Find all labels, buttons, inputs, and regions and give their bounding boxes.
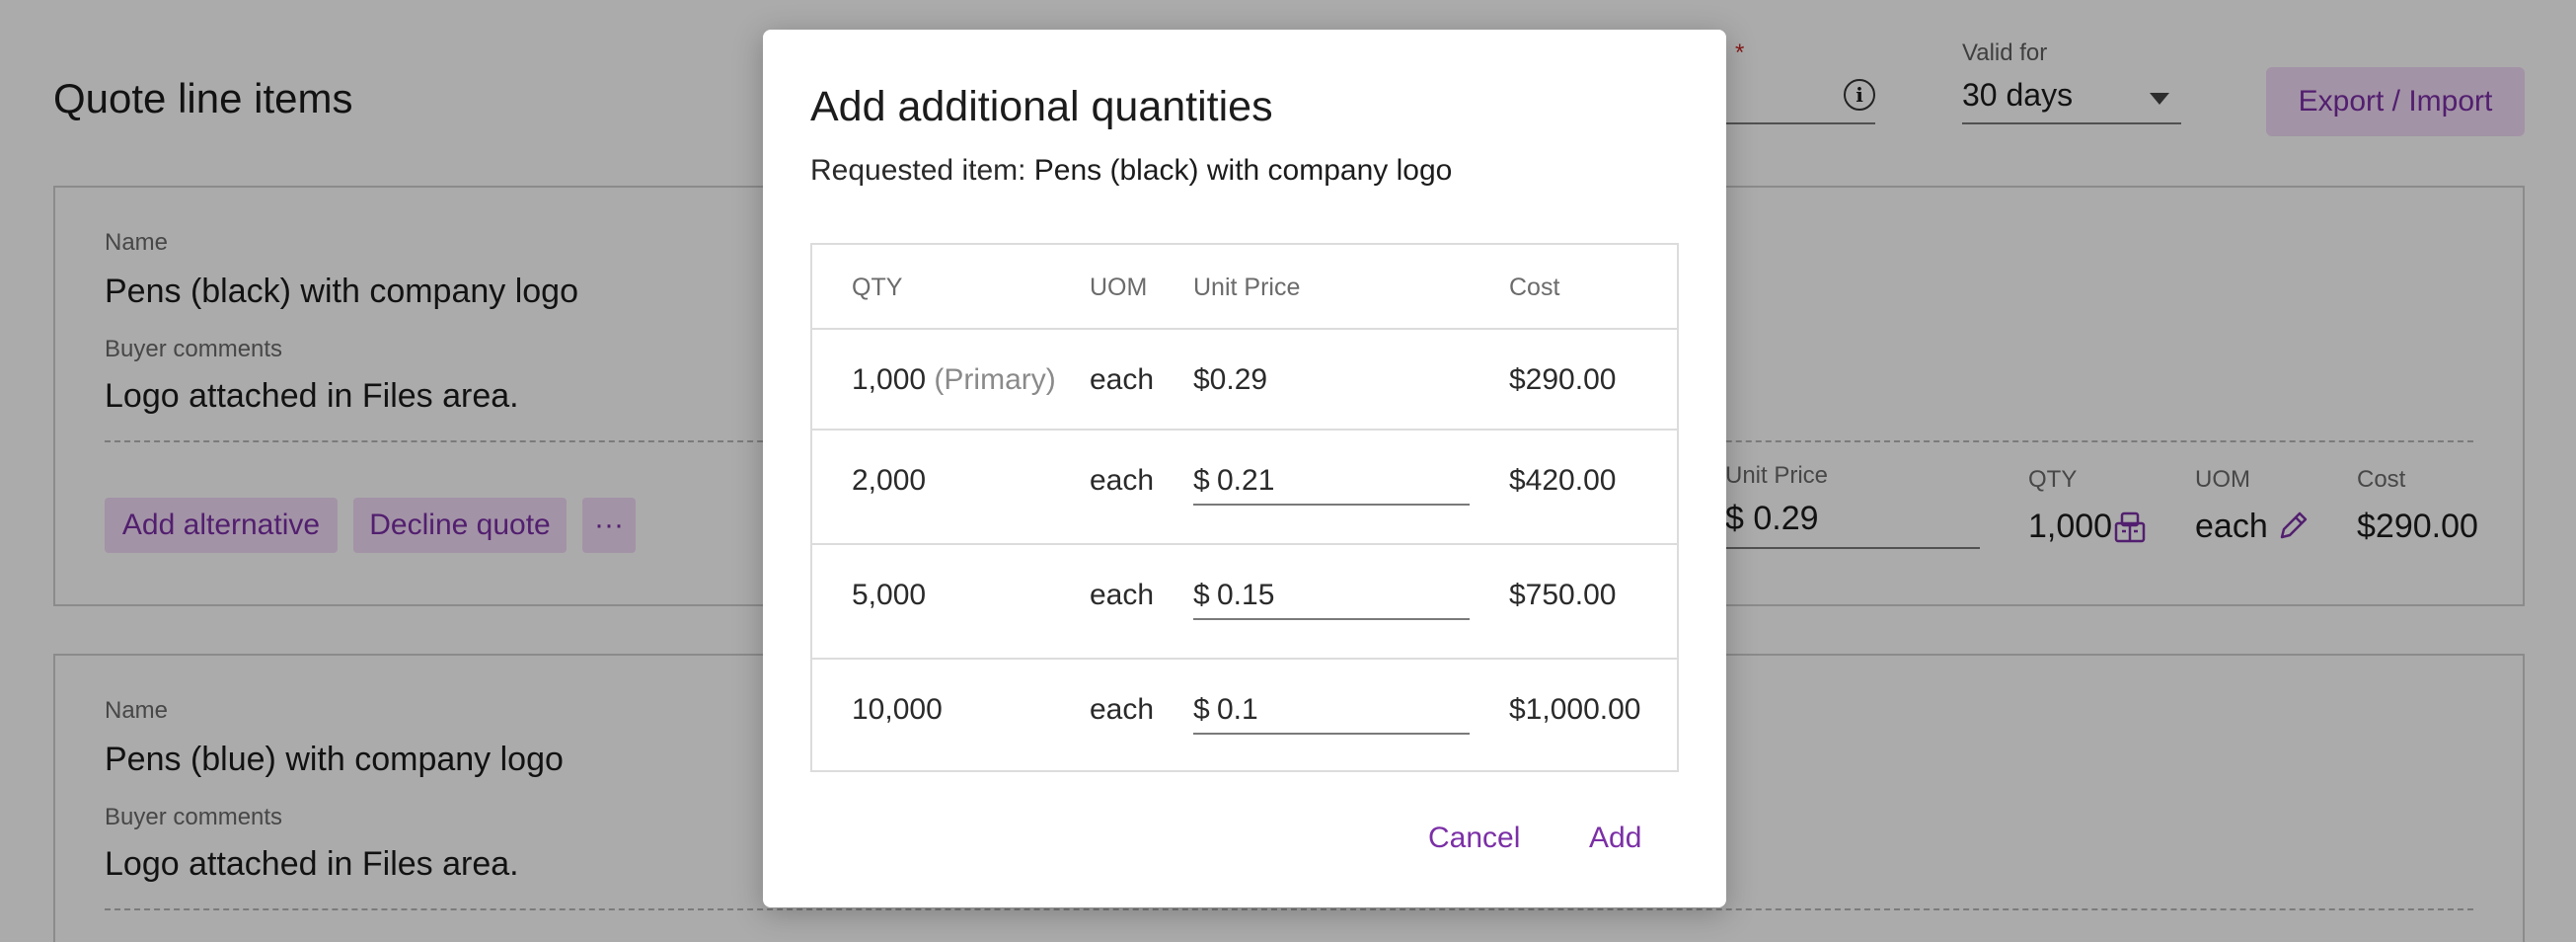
uom-cell: each	[1090, 693, 1155, 726]
unit-price-value: 0.1	[1217, 693, 1258, 726]
column-header-qty: QTY	[852, 274, 903, 301]
column-header-uom: UOM	[1090, 274, 1148, 301]
unit-price-input[interactable]: $ 0.1	[1193, 685, 1470, 735]
unit-price-value: 0.21	[1217, 464, 1275, 497]
qty-cell: 2,000	[852, 464, 927, 497]
cost-cell: $1,000.00	[1509, 693, 1641, 726]
cost-cell: $420.00	[1509, 464, 1617, 497]
table-row: 5,000 each $ 0.15 $750.00	[812, 543, 1677, 658]
dialog-title: Add additional quantities	[810, 83, 1273, 130]
requested-item-line: Requested item: Pens (black) with compan…	[810, 154, 1452, 188]
unit-price-cell: $0.29	[1193, 363, 1268, 396]
add-button[interactable]: Add	[1589, 822, 1641, 855]
primary-tag: (Primary)	[934, 363, 1056, 396]
add-quantities-dialog: Add additional quantities Requested item…	[763, 30, 1726, 907]
column-header-cost: Cost	[1509, 274, 1560, 301]
uom-cell: each	[1090, 579, 1155, 611]
column-header-unit-price: Unit Price	[1193, 274, 1301, 301]
cancel-button[interactable]: Cancel	[1428, 822, 1520, 855]
qty-cell: 1,000 (Primary)	[852, 363, 1056, 396]
currency-symbol: $	[1193, 579, 1210, 611]
unit-price-value: 0.15	[1217, 579, 1275, 611]
qty-cell: 10,000	[852, 693, 943, 726]
currency-symbol: $	[1193, 693, 1210, 726]
table-row-primary: 1,000 (Primary) each $0.29 $290.00	[812, 328, 1677, 429]
quantities-table: QTY UOM Unit Price Cost 1,000 (Primary) …	[810, 243, 1679, 772]
uom-cell: each	[1090, 363, 1155, 396]
table-row: 2,000 each $ 0.21 $420.00	[812, 429, 1677, 543]
cost-cell: $290.00	[1509, 363, 1617, 396]
cost-cell: $750.00	[1509, 579, 1617, 611]
uom-cell: each	[1090, 464, 1155, 497]
requested-item-name: Pens (black) with company logo	[1033, 154, 1453, 187]
requested-item-label: Requested item:	[810, 154, 1034, 187]
qty-cell: 5,000	[852, 579, 927, 611]
unit-price-input[interactable]: $ 0.21	[1193, 456, 1470, 506]
currency-symbol: $	[1193, 464, 1210, 497]
unit-price-input[interactable]: $ 0.15	[1193, 571, 1470, 620]
table-row: 10,000 each $ 0.1 $1,000.00	[812, 658, 1677, 770]
